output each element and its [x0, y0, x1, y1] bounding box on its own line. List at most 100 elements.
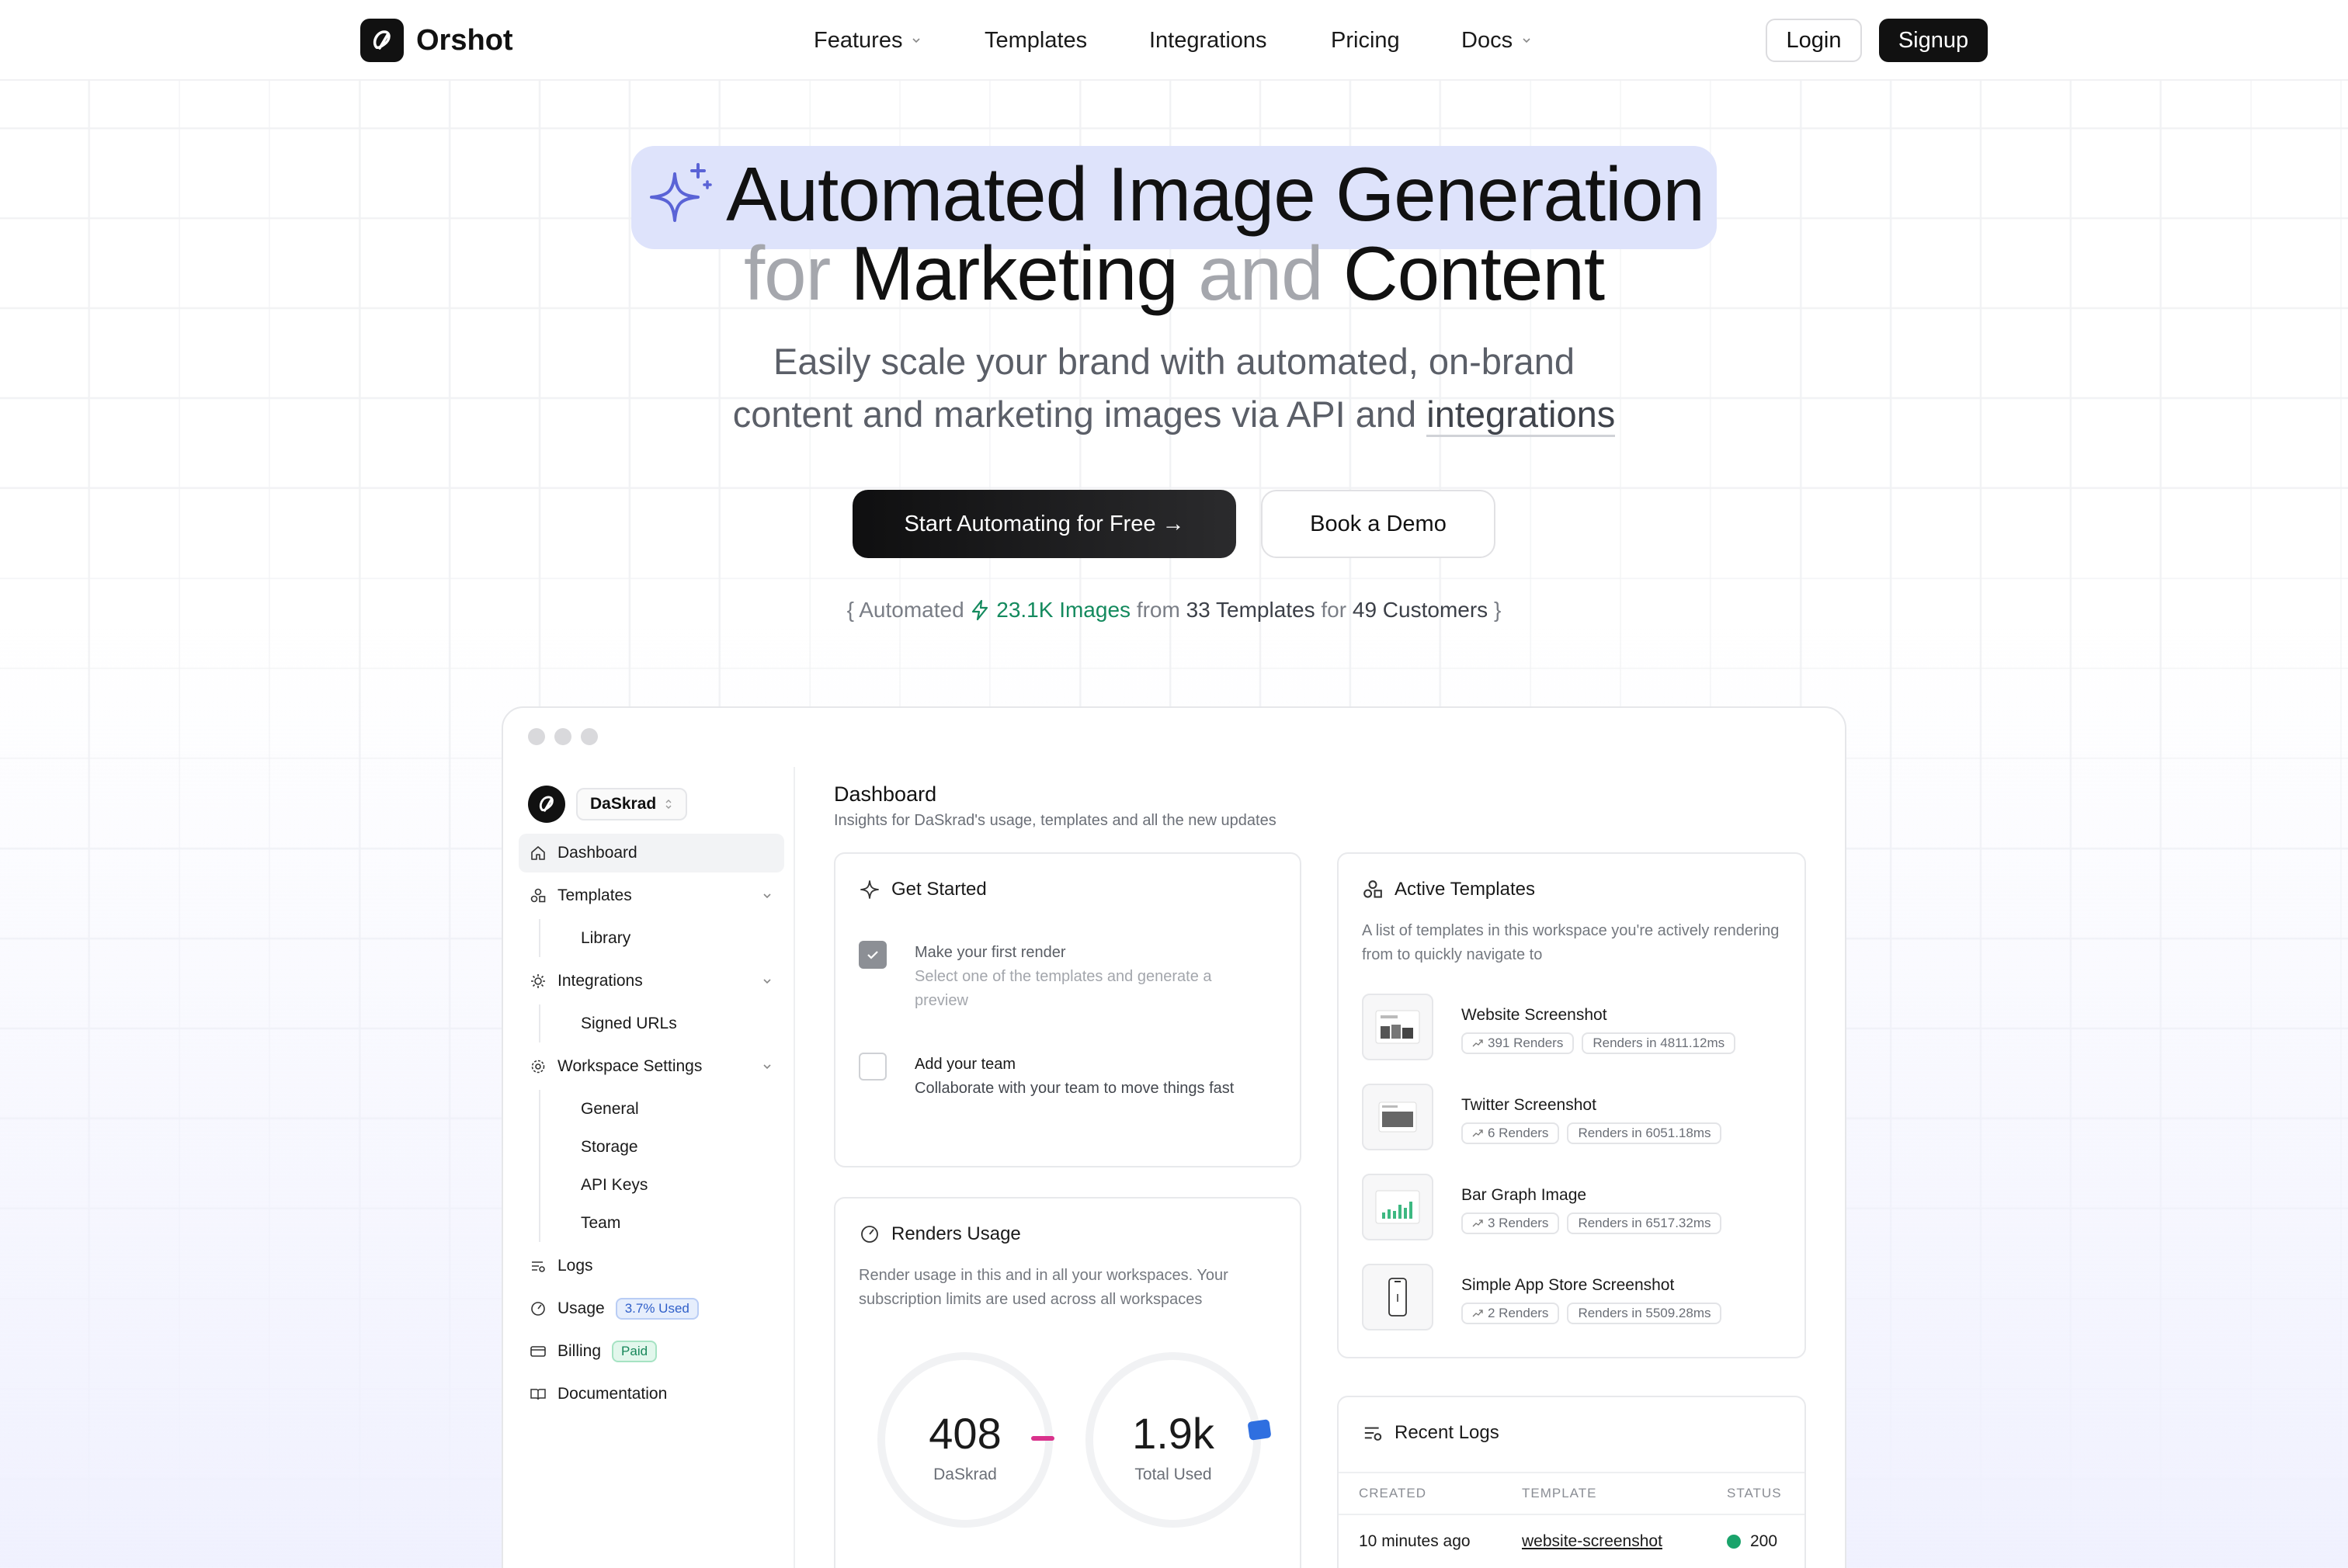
log-created: 10 minutes ago: [1359, 1532, 1471, 1550]
sidebar-item-billing[interactable]: Billing Paid: [519, 1332, 784, 1371]
stats-from: from: [1136, 598, 1180, 622]
sidebar-item-integrations[interactable]: Integrations: [519, 962, 784, 1001]
task-first-render[interactable]: Make your first render Select one of the…: [859, 941, 1256, 1013]
task-checkbox-checked[interactable]: [859, 941, 887, 969]
template-row[interactable]: Simple App Store Screenshot 2 Renders Re…: [1362, 1264, 1722, 1330]
template-row[interactable]: Twitter Screenshot 6 Renders Renders in …: [1362, 1084, 1722, 1150]
sidebar-item-logs[interactable]: Logs: [519, 1247, 784, 1285]
sidebar-item-dashboard[interactable]: Dashboard: [519, 834, 784, 872]
hero-subtitle-line2: content and marketing images via API and…: [0, 388, 2348, 441]
website-thumb-icon: [1362, 994, 1433, 1060]
nav-docs[interactable]: Docs: [1461, 23, 1547, 57]
sidebar-item-templates[interactable]: Templates: [519, 876, 784, 915]
sidebar-item-documentation[interactable]: Documentation: [519, 1375, 784, 1414]
sidebar-item-storage[interactable]: Storage: [539, 1128, 784, 1166]
nav-integrations[interactable]: Integrations: [1149, 23, 1331, 57]
sidebar-item-usage[interactable]: Usage 3.7% Used: [519, 1289, 784, 1328]
usage-ring-value: 1.9k: [1132, 1409, 1214, 1458]
template-chips: 6 Renders Renders in 6051.18ms: [1461, 1122, 1722, 1144]
sidebar-item-label: Usage: [557, 1299, 605, 1317]
template-name: Twitter Screenshot: [1461, 1096, 1596, 1114]
trending-up-icon: [1472, 1039, 1483, 1047]
status-dot-icon: [1727, 1535, 1741, 1549]
sidebar-item-label: Documentation: [557, 1385, 668, 1403]
sidebar-item-general[interactable]: General: [539, 1090, 784, 1128]
task-text: Add your team Collaborate with your team…: [915, 1053, 1256, 1101]
recent-logs-card: Recent Logs CREATED TEMPLATE STATUS 10 m…: [1337, 1396, 1806, 1568]
stats-templates: 33 Templates: [1186, 598, 1315, 622]
column-header-template: TEMPLATE: [1522, 1486, 1597, 1500]
list-filter-icon: [1364, 1427, 1382, 1441]
usage-ring-label: Total Used: [1134, 1466, 1212, 1483]
template-info: Bar Graph Image 3 Renders Renders in 651…: [1461, 1174, 1722, 1234]
chevron-down-icon: [1523, 38, 1530, 43]
chevron-updown-icon: [665, 800, 672, 809]
task-checkbox[interactable]: [859, 1053, 887, 1081]
sidebar-item-team[interactable]: Team: [539, 1204, 784, 1242]
template-name: Website Screenshot: [1461, 1006, 1607, 1024]
sidebar-item-workspace-settings[interactable]: Workspace Settings: [519, 1047, 784, 1086]
hero-line1-text: Automated Image Generation: [726, 151, 1705, 237]
log-status: 200: [1727, 1532, 1777, 1551]
renders-usage-desc: Render usage in this and in all your wor…: [859, 1267, 1228, 1308]
template-info: Twitter Screenshot 6 Renders Renders in …: [1461, 1084, 1722, 1144]
sidebar-item-label: Workspace Settings: [557, 1057, 703, 1075]
app-sidebar: DaSkrad Dashboard Templates Library Inte…: [503, 767, 795, 1568]
chevron-down-icon: [763, 1064, 771, 1070]
template-chips: 391 Renders Renders in 4811.12ms: [1461, 1032, 1736, 1054]
app-preview-window: DaSkrad Dashboard Templates Library Inte…: [502, 706, 1846, 1568]
signup-button[interactable]: Signup: [1879, 19, 1988, 62]
start-automating-button[interactable]: Start Automating for Free →: [853, 490, 1236, 558]
usage-ring-marker-pink: [1031, 1436, 1054, 1441]
log-template-link[interactable]: website-screenshot: [1522, 1532, 1662, 1551]
active-templates-desc: A list of templates in this workspace yo…: [1362, 922, 1780, 963]
renders-count: 391 Renders: [1488, 1036, 1564, 1050]
template-row[interactable]: Website Screenshot 391 Renders Renders i…: [1362, 994, 1736, 1060]
template-name: Bar Graph Image: [1461, 1186, 1587, 1204]
get-started-title: Get Started: [891, 879, 987, 900]
nav-templates[interactable]: Templates: [985, 23, 1149, 57]
sidebar-item-signed-urls[interactable]: Signed URLs: [539, 1004, 784, 1042]
template-row[interactable]: Bar Graph Image 3 Renders Renders in 651…: [1362, 1174, 1722, 1240]
integrations-link[interactable]: integrations: [1426, 394, 1616, 437]
workspace-select[interactable]: DaSkrad: [576, 788, 688, 820]
hero-subtitle-text: content and marketing images via API and: [732, 394, 1417, 435]
renders-count-chip: 3 Renders: [1461, 1212, 1560, 1234]
render-time-chip: Renders in 6517.32ms: [1567, 1212, 1722, 1234]
sidebar-item-api-keys[interactable]: API Keys: [539, 1166, 784, 1204]
brand-logo[interactable]: Orshot: [360, 19, 513, 62]
book-demo-button[interactable]: Book a Demo: [1261, 490, 1495, 558]
sidebar-item-label: Dashboard: [557, 844, 637, 862]
window-controls: [528, 728, 598, 745]
nav-pricing-label: Pricing: [1331, 27, 1400, 53]
chevron-down-icon: [763, 979, 771, 984]
nav-integrations-label: Integrations: [1149, 27, 1267, 53]
task-title: Make your first render: [915, 944, 1066, 961]
workspace-settings-submenu: General Storage API Keys Team: [519, 1090, 784, 1242]
login-button[interactable]: Login: [1766, 19, 1862, 62]
nav-features[interactable]: Features: [814, 23, 985, 57]
usage-badge: 3.7% Used: [615, 1298, 699, 1320]
column-header-created: CREATED: [1359, 1486, 1426, 1500]
task-desc: Collaborate with your team to move thing…: [915, 1080, 1235, 1097]
sidebar-item-label: Integrations: [557, 972, 643, 990]
card-title: Recent Logs: [1362, 1422, 1499, 1444]
nav-pricing[interactable]: Pricing: [1331, 23, 1461, 57]
task-desc: Select one of the templates and generate…: [915, 968, 1212, 1009]
active-templates-title: Active Templates: [1395, 879, 1535, 900]
workspace-name: DaSkrad: [590, 795, 657, 813]
template-chips: 3 Renders Renders in 6517.32ms: [1461, 1212, 1722, 1234]
recent-logs-title: Recent Logs: [1395, 1422, 1499, 1443]
usage-ring-label: DaSkrad: [933, 1466, 997, 1483]
task-add-team[interactable]: Add your team Collaborate with your team…: [859, 1053, 1256, 1101]
template-info: Website Screenshot 391 Renders Renders i…: [1461, 994, 1736, 1054]
sidebar-item-label: Templates: [557, 886, 632, 904]
task-text: Make your first render Select one of the…: [915, 941, 1256, 1013]
sidebar-item-label: Billing: [557, 1342, 602, 1360]
shapes-icon: [530, 887, 547, 904]
workspace-switcher[interactable]: DaSkrad: [528, 786, 688, 823]
shapes-icon: [1363, 880, 1382, 898]
chevron-down-icon: [763, 893, 771, 899]
sidebar-item-library[interactable]: Library: [539, 919, 784, 957]
twitter-thumb-icon: [1362, 1084, 1433, 1150]
